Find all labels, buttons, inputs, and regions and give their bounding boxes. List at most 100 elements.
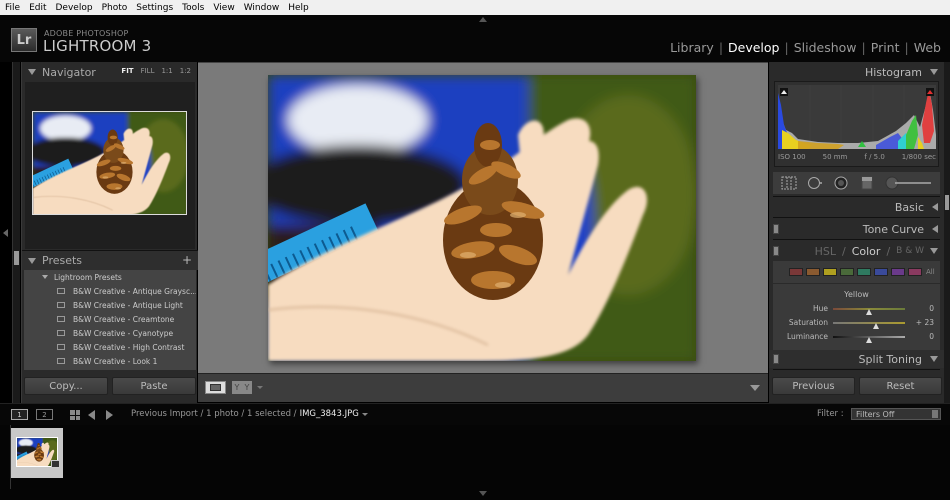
slider-knob[interactable] [866, 309, 872, 315]
tone-curve-panel-header[interactable]: Tone Curve [769, 220, 944, 238]
saturation-slider[interactable] [833, 322, 905, 329]
slider-knob[interactable] [866, 337, 872, 343]
filmstrip-cell[interactable] [11, 428, 63, 478]
luminance-value[interactable]: 0 [929, 332, 934, 341]
basic-panel-header[interactable]: Basic [769, 198, 944, 216]
preset-item[interactable]: B&W Creative - Cyanotype [24, 326, 196, 340]
reset-button[interactable]: Reset [859, 377, 942, 395]
separator: / [842, 244, 846, 258]
forward-arrow-icon[interactable] [106, 410, 113, 420]
scrollbar-thumb[interactable] [945, 195, 949, 210]
luminance-slider[interactable] [833, 336, 905, 343]
zoom-fill[interactable]: FILL [141, 67, 155, 75]
module-web[interactable]: Web [914, 40, 941, 55]
tab-bw[interactable]: B & W [896, 246, 924, 256]
histogram-header[interactable]: Histogram [769, 63, 944, 81]
menu-settings[interactable]: Settings [131, 3, 177, 13]
panel-toggle-switch[interactable] [773, 246, 779, 256]
main-screen-button[interactable]: 1 [11, 409, 28, 420]
collapse-triangle-icon[interactable] [930, 248, 938, 254]
panel-toggle-switch[interactable] [773, 224, 779, 234]
swatch-yellow[interactable] [823, 268, 837, 276]
main-photo[interactable] [268, 75, 696, 361]
module-slideshow[interactable]: Slideshow [794, 40, 857, 55]
back-arrow-icon[interactable] [88, 410, 95, 420]
swatch-orange[interactable] [806, 268, 820, 276]
histogram[interactable]: ISO 100 50 mm f / 5.0 1/800 sec [774, 81, 939, 167]
focal-length: 50 mm [822, 153, 848, 161]
copy-button[interactable]: Copy... [24, 377, 108, 395]
shadow-clipping-icon[interactable] [780, 88, 788, 96]
collapse-left-panel-icon[interactable] [3, 229, 8, 237]
collapse-bottom-panel-icon[interactable] [479, 491, 487, 496]
slider-knob[interactable] [873, 323, 880, 329]
menu-tools[interactable]: Tools [177, 3, 208, 13]
aperture: f / 5.0 [864, 153, 885, 161]
red-eye-icon[interactable] [833, 176, 849, 190]
zoom-1-2[interactable]: 1:2 [180, 67, 191, 75]
adjustment-brush-icon[interactable] [885, 176, 933, 190]
before-after-button[interactable]: YY [232, 381, 252, 394]
preset-item[interactable]: B&W Creative - Look 1 [24, 354, 196, 368]
module-develop[interactable]: Develop [728, 40, 779, 55]
navigator-thumbnail[interactable] [32, 111, 187, 215]
preset-item[interactable]: B&W Creative - Creamtone [24, 312, 196, 326]
filter-select[interactable]: Filters Off [851, 408, 941, 420]
left-panel-toggle[interactable] [0, 62, 12, 403]
all-colors-button[interactable]: All [926, 268, 935, 276]
scrollbar-thumb[interactable] [14, 251, 19, 265]
presets-header[interactable]: Presets + [22, 250, 198, 270]
swatch-blue[interactable] [874, 268, 888, 276]
module-print[interactable]: Print [871, 40, 900, 55]
preset-folder[interactable]: Lightroom Presets [24, 270, 196, 284]
menu-view[interactable]: View [208, 3, 238, 13]
preset-item[interactable]: B&W Creative - High Contrast [24, 340, 196, 354]
module-library[interactable]: Library [670, 40, 714, 55]
graduated-filter-icon[interactable] [859, 176, 875, 190]
zoom-fit[interactable]: FIT [121, 67, 133, 75]
spot-removal-icon[interactable] [807, 176, 823, 190]
swatch-aqua[interactable] [857, 268, 871, 276]
add-preset-icon[interactable]: + [182, 253, 192, 267]
tab-color[interactable]: Color [852, 245, 881, 258]
crop-tool-icon[interactable] [781, 176, 797, 190]
second-screen-button[interactable]: 2 [36, 409, 53, 420]
menu-help[interactable]: Help [283, 3, 313, 13]
panel-toggle-switch[interactable] [773, 354, 779, 364]
menu-photo[interactable]: Photo [97, 3, 132, 13]
left-scrollbar[interactable] [12, 62, 20, 403]
swatch-magenta[interactable] [908, 268, 922, 276]
collapse-top-panel-icon[interactable] [479, 17, 487, 22]
zoom-1-1[interactable]: 1:1 [161, 67, 172, 75]
hue-value[interactable]: 0 [929, 304, 934, 313]
loupe-view-button[interactable] [205, 381, 226, 394]
basic-title: Basic [894, 200, 924, 214]
split-toning-panel-header[interactable]: Split Toning [769, 350, 944, 368]
navigator-preview[interactable] [25, 82, 195, 249]
right-scrollbar[interactable] [944, 62, 950, 403]
grid-view-icon[interactable] [70, 410, 80, 420]
menu-file[interactable]: File [0, 3, 24, 13]
toolbar-menu-icon[interactable] [750, 385, 760, 391]
luminance-label: Luminance [786, 332, 828, 341]
preset-item[interactable]: B&W Creative - Antique Graysc... [24, 284, 196, 298]
menu-edit[interactable]: Edit [24, 3, 50, 13]
saturation-value[interactable]: + 23 [916, 318, 934, 327]
swatch-purple[interactable] [891, 268, 905, 276]
highlight-clipping-icon[interactable] [926, 88, 934, 96]
previous-button[interactable]: Previous [772, 377, 855, 395]
preset-item[interactable]: B&W Creative - Antique Light [24, 298, 196, 312]
menu-develop[interactable]: Develop [51, 3, 97, 13]
left-panel: Navigator FIT FILL 1:1 1:2 Presets + Lig… [21, 62, 198, 403]
before-after-dropdown-icon[interactable] [257, 386, 263, 389]
preset-list: Lightroom Presets B&W Creative - Antique… [24, 270, 196, 370]
filmstrip-breadcrumb[interactable]: Previous Import / 1 photo / 1 selected /… [131, 409, 368, 419]
previous-reset-row: Previous Reset [772, 377, 942, 395]
swatch-red[interactable] [789, 268, 803, 276]
tab-hsl[interactable]: HSL [815, 245, 836, 258]
loupe-view[interactable] [198, 62, 768, 373]
swatch-green[interactable] [840, 268, 854, 276]
menu-window[interactable]: Window [239, 3, 284, 13]
paste-button[interactable]: Paste [112, 377, 196, 395]
hue-slider[interactable] [833, 308, 905, 315]
